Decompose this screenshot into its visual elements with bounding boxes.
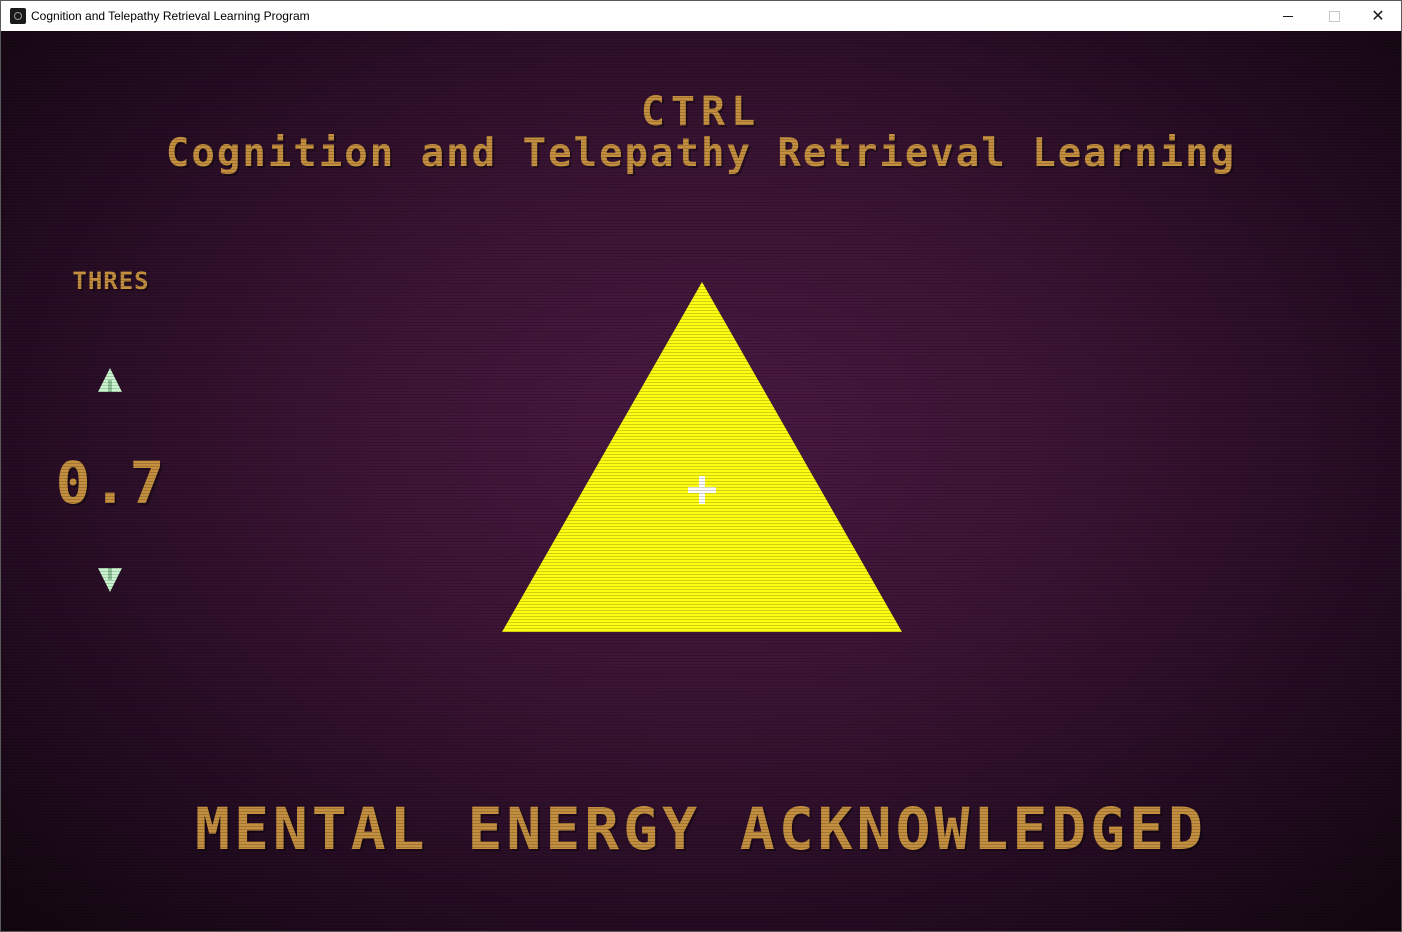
crosshair-icon <box>688 476 716 504</box>
app-icon <box>10 8 26 24</box>
game-subtitle: Cognition and Telepathy Retrieval Learni… <box>165 131 1237 176</box>
minimize-icon <box>1283 15 1293 17</box>
close-icon: ✕ <box>1371 6 1385 25</box>
game-title: CTRL <box>640 89 762 135</box>
threshold-label: THRES <box>72 267 150 295</box>
maximize-button[interactable] <box>1311 1 1357 31</box>
app-window: Cognition and Telepathy Retrieval Learni… <box>0 0 1402 932</box>
minimize-button[interactable] <box>1265 1 1311 31</box>
arrow-down-icon[interactable] <box>97 567 123 593</box>
arrow-up-icon[interactable] <box>97 367 123 393</box>
close-button[interactable]: ✕ <box>1355 1 1401 31</box>
title-bar[interactable]: Cognition and Telepathy Retrieval Learni… <box>1 1 1401 31</box>
status-message: MENTAL ENERGY ACKNOWLEDGED <box>195 795 1207 863</box>
threshold-value: 0.7 <box>55 449 167 517</box>
maximize-icon <box>1328 10 1340 22</box>
window-title: Cognition and Telepathy Retrieval Learni… <box>31 9 310 23</box>
game-canvas[interactable]: CTRL Cognition and Telepathy Retrieval L… <box>1 31 1401 931</box>
stimulus-triangle <box>502 282 902 632</box>
